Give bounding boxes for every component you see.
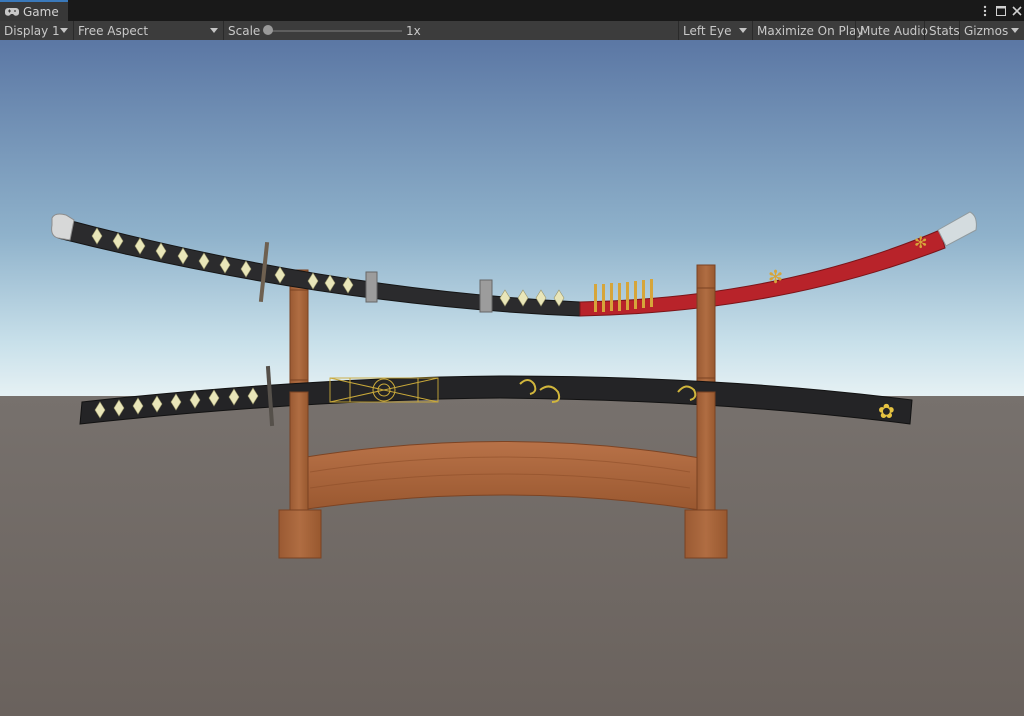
- kebab-menu-icon[interactable]: [980, 5, 990, 17]
- scale-slider-track[interactable]: [264, 30, 402, 32]
- scale-value: 1x: [402, 21, 428, 40]
- display-dropdown[interactable]: Display 1: [0, 21, 73, 40]
- scale-slider-thumb[interactable]: [263, 25, 273, 35]
- scale-label: Scale: [228, 23, 261, 38]
- eye-dropdown[interactable]: Left Eye: [678, 21, 752, 40]
- mute-audio-toggle[interactable]: Mute Audio: [855, 21, 928, 40]
- gizmos-label: Gizmos: [964, 23, 1009, 38]
- sky: [0, 40, 1024, 396]
- chevron-down-icon: [739, 28, 747, 33]
- mute-audio-label: Mute Audio: [860, 23, 928, 38]
- right-post-front: [696, 287, 716, 379]
- svg-text:✿: ✿: [878, 399, 895, 423]
- aspect-dropdown-label: Free Aspect: [78, 23, 149, 38]
- scale-value-label: 1x: [406, 23, 421, 38]
- svg-text:✻: ✻: [914, 233, 927, 252]
- maximize-on-play-toggle[interactable]: Maximize On Play: [752, 21, 864, 40]
- stats-toggle[interactable]: Stats: [924, 21, 960, 40]
- tab-bar: Game: [0, 0, 1024, 22]
- game-toolbar: Display 1 Free Aspect Scale 1x Left Eye …: [0, 21, 1024, 41]
- eye-dropdown-label: Left Eye: [683, 23, 732, 38]
- display-dropdown-label: Display 1: [4, 23, 60, 38]
- right-post-lower: [696, 391, 716, 511]
- left-post-front: [289, 289, 309, 381]
- stats-label: Stats: [929, 23, 960, 38]
- tab-game-label: Game: [23, 4, 59, 19]
- left-post-lower: [289, 391, 309, 511]
- window-controls: [980, 0, 1022, 21]
- game-scene: ✻ ✻ ✿: [0, 40, 1024, 716]
- chevron-down-icon: [1011, 28, 1019, 33]
- gamepad-icon: [5, 7, 19, 16]
- game-viewport[interactable]: ✻ ✻ ✿: [0, 40, 1024, 716]
- gizmos-dropdown[interactable]: Gizmos: [959, 21, 1024, 40]
- aspect-dropdown[interactable]: Free Aspect: [73, 21, 223, 40]
- chevron-down-icon: [60, 28, 68, 33]
- chevron-down-icon: [210, 28, 218, 33]
- maximize-on-play-label: Maximize On Play: [757, 23, 864, 38]
- tab-game[interactable]: Game: [0, 0, 68, 21]
- close-icon[interactable]: [1012, 5, 1022, 17]
- maximize-icon[interactable]: [996, 5, 1006, 17]
- svg-text:✻: ✻: [768, 267, 783, 288]
